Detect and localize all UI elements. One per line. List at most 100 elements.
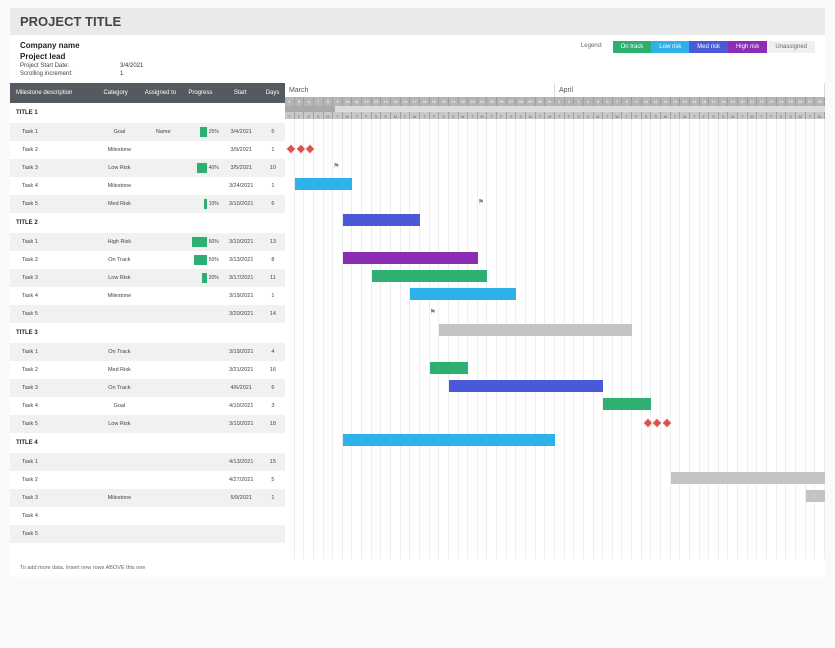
table-row[interactable]: Task 5Low Risk3/10/202118 — [10, 415, 285, 433]
cell-days[interactable]: 5 — [261, 477, 285, 483]
table-row[interactable]: Task 4Goal4/10/20213 — [10, 397, 285, 415]
cell-progress[interactable]: 50% — [183, 255, 222, 265]
cell-desc[interactable]: Task 1 — [10, 129, 95, 135]
section-title[interactable]: TITLE 1 — [10, 103, 285, 123]
gantt-bar[interactable] — [295, 178, 353, 190]
cell-days[interactable]: 11 — [261, 275, 285, 281]
cell-start[interactable]: 5/9/2021 — [222, 495, 261, 501]
cell-days[interactable]: 16 — [261, 367, 285, 373]
cell-days[interactable]: 15 — [261, 459, 285, 465]
cell-category[interactable]: Low Risk — [95, 275, 144, 281]
cell-category[interactable]: Milestone — [95, 183, 144, 189]
cell-desc[interactable]: Task 1 — [10, 239, 95, 245]
cell-start[interactable]: 3/21/2021 — [222, 367, 261, 373]
gantt-bar[interactable] — [449, 380, 603, 392]
cell-desc[interactable]: Task 2 — [10, 477, 95, 483]
cell-desc[interactable]: Task 3 — [10, 495, 95, 501]
table-row[interactable]: Task 4Milestone 3/19/20211 — [10, 287, 285, 305]
cell-desc[interactable]: Task 5 — [10, 531, 95, 537]
cell-category[interactable]: Low Risk — [95, 165, 144, 171]
table-row[interactable]: Task 2 4/27/20215 — [10, 471, 285, 489]
start-date-value[interactable]: 3/4/2021 — [120, 63, 143, 69]
cell-start[interactable]: 3/9/2021 — [222, 147, 261, 153]
section-title[interactable]: TITLE 3 — [10, 323, 285, 343]
cell-days[interactable]: 1 — [261, 293, 285, 299]
cell-days[interactable]: 1 — [261, 183, 285, 189]
cell-desc[interactable]: Task 1 — [10, 349, 95, 355]
gantt-bar[interactable] — [343, 434, 555, 446]
cell-category[interactable]: Low Risk — [95, 421, 144, 427]
cell-days[interactable]: 13 — [261, 239, 285, 245]
cell-days[interactable]: 1 — [261, 495, 285, 501]
cell-category[interactable]: On Track — [95, 257, 144, 263]
cell-desc[interactable]: Task 3 — [10, 385, 95, 391]
cell-desc[interactable]: Task 4 — [10, 403, 95, 409]
gantt-bar[interactable] — [603, 398, 651, 410]
cell-progress[interactable]: 10% — [183, 199, 222, 209]
cell-days[interactable]: 18 — [261, 421, 285, 427]
gantt-bar[interactable] — [806, 490, 825, 502]
cell-category[interactable]: On Track — [95, 349, 144, 355]
timeline-scrollbar[interactable] — [285, 106, 825, 112]
lead-label[interactable]: Project lead — [20, 52, 120, 61]
table-row[interactable]: Task 3On Track 4/6/20216 — [10, 379, 285, 397]
table-row[interactable]: Task 3Low Risk 40%3/5/202110 — [10, 159, 285, 177]
cell-desc[interactable]: Task 1 — [10, 459, 95, 465]
gantt-bar[interactable] — [430, 362, 469, 374]
company-label[interactable]: Company name — [20, 41, 120, 50]
section-title[interactable]: TITLE 2 — [10, 213, 285, 233]
cell-desc[interactable]: Task 4 — [10, 293, 95, 299]
project-title[interactable]: PROJECT TITLE — [10, 8, 825, 35]
cell-category[interactable]: Med Risk — [95, 367, 144, 373]
cell-desc[interactable]: Task 3 — [10, 165, 95, 171]
cell-assigned[interactable]: Name — [144, 129, 183, 135]
cell-days[interactable]: 14 — [261, 311, 285, 317]
cell-desc[interactable]: Task 2 — [10, 147, 95, 153]
cell-start[interactable]: 3/4/2021 — [222, 129, 261, 135]
table-row[interactable]: Task 4Milestone 3/24/20211 — [10, 177, 285, 195]
table-row[interactable]: Task 1 4/13/202115 — [10, 453, 285, 471]
cell-desc[interactable]: Task 2 — [10, 257, 95, 263]
cell-days[interactable]: 10 — [261, 165, 285, 171]
cell-desc[interactable]: Task 5 — [10, 421, 95, 427]
table-row[interactable]: Task 4 — [10, 507, 285, 525]
cell-start[interactable]: 4/27/2021 — [222, 477, 261, 483]
cell-start[interactable]: 3/17/2021 — [222, 275, 261, 281]
table-row[interactable]: Task 5 — [10, 525, 285, 543]
cell-start[interactable]: 3/5/2021 — [222, 165, 261, 171]
cell-category[interactable]: Milestone — [95, 293, 144, 299]
gantt-bar[interactable] — [343, 214, 420, 226]
table-row[interactable]: Task 2Milestone3/9/20211 — [10, 141, 285, 159]
cell-start[interactable]: 3/24/2021 — [222, 183, 261, 189]
gantt-bar[interactable] — [343, 252, 478, 264]
table-row[interactable]: Task 5Med Risk10%3/10/20216 — [10, 195, 285, 213]
cell-start[interactable]: 4/6/2021 — [222, 385, 261, 391]
table-row[interactable]: Task 2On Track50%3/13/20218 — [10, 251, 285, 269]
cell-desc[interactable]: Task 5 — [10, 201, 95, 207]
table-row[interactable]: Task 3Low Risk20%3/17/202111 — [10, 269, 285, 287]
cell-days[interactable]: 6 — [261, 385, 285, 391]
cell-category[interactable]: Milestone — [95, 495, 144, 501]
table-row[interactable]: Task 1GoalName25%3/4/20215 — [10, 123, 285, 141]
cell-desc[interactable]: Task 4 — [10, 183, 95, 189]
cell-start[interactable]: 3/10/2021 — [222, 201, 261, 207]
gantt-bar[interactable] — [410, 288, 516, 300]
cell-days[interactable]: 1 — [261, 147, 285, 153]
table-row[interactable]: Task 1High Risk60%3/10/202113 — [10, 233, 285, 251]
cell-progress[interactable]: 40% — [183, 163, 222, 173]
cell-category[interactable]: High Risk — [95, 239, 144, 245]
cell-desc[interactable]: Task 4 — [10, 513, 95, 519]
cell-start[interactable]: 3/10/2021 — [222, 239, 261, 245]
scroll-increment-value[interactable]: 1 — [120, 71, 123, 77]
cell-category[interactable]: On Track — [95, 385, 144, 391]
table-row[interactable]: Task 1On Track3/19/20214 — [10, 343, 285, 361]
cell-days[interactable]: 8 — [261, 257, 285, 263]
cell-progress[interactable]: 20% — [183, 273, 222, 283]
cell-days[interactable]: 3 — [261, 403, 285, 409]
cell-desc[interactable]: Task 2 — [10, 367, 95, 373]
gantt-bar[interactable] — [439, 324, 632, 336]
gantt-bar[interactable] — [372, 270, 488, 282]
cell-start[interactable]: 4/13/2021 — [222, 459, 261, 465]
cell-start[interactable]: 3/19/2021 — [222, 293, 261, 299]
gantt-bar[interactable] — [671, 472, 825, 484]
